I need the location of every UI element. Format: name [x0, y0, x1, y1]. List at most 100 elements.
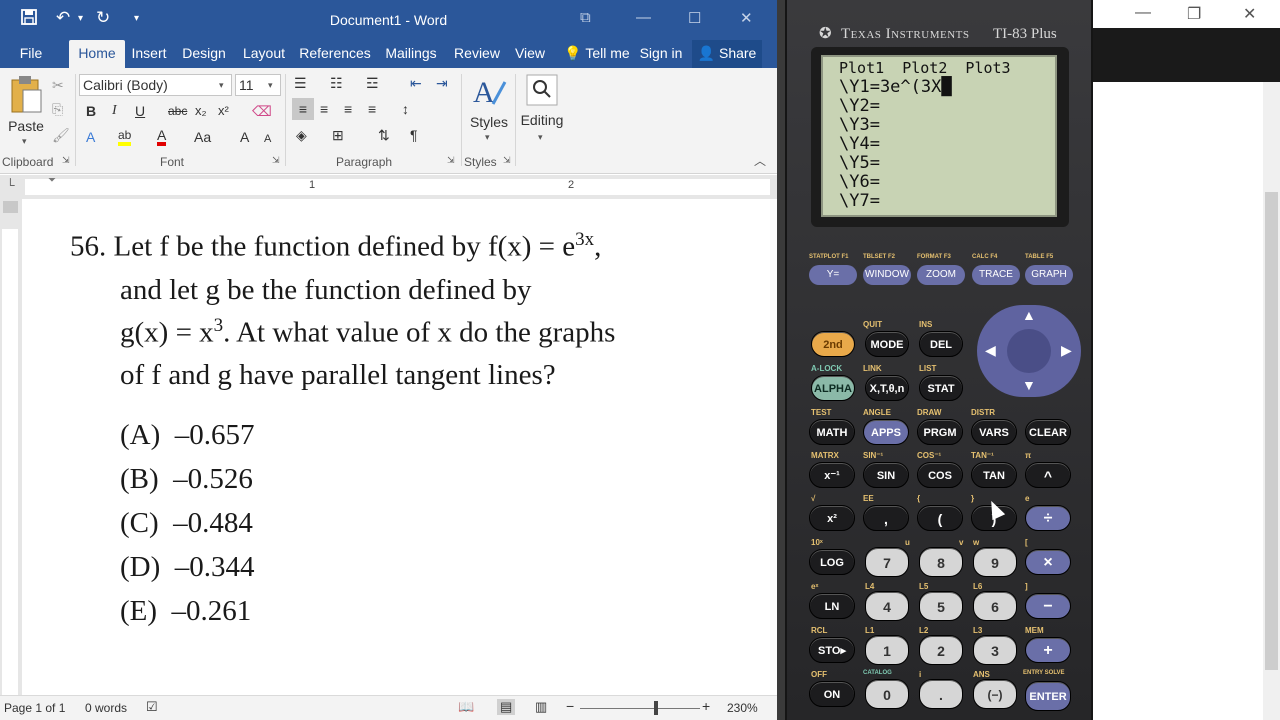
key-left-paren[interactable]: ( [917, 505, 963, 531]
key-vars[interactable]: VARS [971, 419, 1017, 445]
key-square[interactable]: x² [809, 505, 855, 531]
key-apps[interactable]: APPS [863, 419, 909, 445]
key-ln[interactable]: LN [809, 593, 855, 619]
increase-indent-icon[interactable]: ⇥ [436, 72, 448, 94]
key-9[interactable]: 9 [973, 547, 1017, 577]
scrollbar-thumb[interactable] [1265, 192, 1278, 670]
cut-icon[interactable]: ✂ [52, 74, 64, 96]
align-left-icon[interactable]: ≡ [292, 98, 314, 120]
borders-icon[interactable]: ⊞ [332, 124, 344, 146]
restore-icon[interactable]: ❐ [1187, 4, 1201, 24]
key-log[interactable]: LOG [809, 549, 855, 575]
paragraph-launcher-icon[interactable]: ⇲ [447, 155, 455, 166]
page-count[interactable]: Page 1 of 1 [4, 701, 65, 715]
subscript-button[interactable]: x₂ [195, 100, 207, 122]
right-arrow-icon[interactable]: ▶ [1061, 342, 1072, 359]
key-trace[interactable]: TRACE [972, 265, 1020, 285]
tab-home[interactable]: Home [69, 40, 125, 68]
shrink-font-icon[interactable]: A [264, 128, 271, 150]
key-negative[interactable]: (−) [973, 679, 1017, 709]
key-1[interactable]: 1 [865, 635, 909, 665]
underline-button[interactable]: U [135, 100, 145, 122]
font-launcher-icon[interactable]: ⇲ [272, 155, 280, 166]
key-stat[interactable]: STAT [919, 375, 963, 401]
justify-icon[interactable]: ≡ [368, 98, 376, 120]
key-decimal[interactable]: . [919, 679, 963, 709]
key-sin[interactable]: SIN [863, 462, 909, 488]
word-count[interactable]: 0 words [85, 701, 127, 715]
key-del[interactable]: DEL [919, 331, 963, 357]
close-icon[interactable]: ✕ [1243, 4, 1256, 24]
tab-selector-icon[interactable]: └ [6, 178, 15, 192]
key-6[interactable]: 6 [973, 591, 1017, 621]
key-comma[interactable]: , [863, 505, 909, 531]
font-color-button[interactable]: A [157, 124, 167, 146]
key-5[interactable]: 5 [919, 591, 963, 621]
key-y-equals[interactable]: Y= [809, 265, 857, 285]
grow-font-button[interactable]: A [240, 126, 249, 148]
line-spacing-icon[interactable]: ↕ [402, 98, 409, 120]
shading-icon[interactable]: ◈ [296, 124, 307, 146]
tab-references[interactable]: References [297, 40, 373, 68]
zoom-level[interactable]: 230% [727, 701, 758, 715]
key-tan[interactable]: TAN [971, 462, 1017, 488]
key-3[interactable]: 3 [973, 635, 1017, 665]
format-painter-icon[interactable]: 🖌 [52, 124, 70, 146]
indent-marker-icon[interactable]: ⏷ [48, 175, 56, 186]
minimize-icon[interactable]: — [636, 9, 651, 26]
maximize-icon[interactable]: ☐ [688, 9, 701, 27]
change-case-button[interactable]: Aa [194, 126, 211, 148]
key-mode[interactable]: MODE [865, 331, 909, 357]
key-subtract[interactable]: − [1025, 593, 1071, 619]
key-7[interactable]: 7 [865, 547, 909, 577]
sign-in-link[interactable]: Sign in [636, 40, 686, 68]
decrease-indent-icon[interactable]: ⇤ [410, 72, 422, 94]
superscript-button[interactable]: x² [218, 100, 229, 122]
key-math[interactable]: MATH [809, 419, 855, 445]
key-2nd[interactable]: 2nd [811, 331, 855, 357]
key-store[interactable]: STO▸ [809, 637, 855, 663]
text-effects-button[interactable]: A [86, 126, 95, 148]
key-0[interactable]: 0 [865, 679, 909, 709]
clipboard-launcher-icon[interactable]: ⇲ [62, 155, 70, 166]
key-on[interactable]: ON [809, 681, 855, 707]
key-prgm[interactable]: PRGM [917, 419, 963, 445]
tell-me-search[interactable]: 💡 Tell me [562, 40, 632, 68]
key-cos[interactable]: COS [917, 462, 963, 488]
key-add[interactable]: + [1025, 637, 1071, 663]
tab-view[interactable]: View [510, 40, 550, 68]
zoom-slider[interactable] [580, 708, 700, 709]
numbering-icon[interactable]: ☷ [330, 72, 343, 94]
read-mode-icon[interactable]: 📖 [458, 699, 474, 715]
key-4[interactable]: 4 [865, 591, 909, 621]
zoom-in-icon[interactable]: + [702, 698, 710, 714]
key-2[interactable]: 2 [919, 635, 963, 665]
italic-button[interactable]: I [112, 100, 117, 122]
tab-design[interactable]: Design [179, 40, 229, 68]
copy-icon[interactable]: ⎘ [52, 98, 63, 120]
clear-formatting-icon[interactable]: ⌫ [252, 100, 272, 122]
key-window[interactable]: WINDOW [863, 265, 911, 285]
ribbon-display-icon[interactable]: ⧉ [580, 9, 591, 26]
paste-button[interactable]: Paste ▾ [6, 74, 46, 146]
key-8[interactable]: 8 [919, 547, 963, 577]
font-size-box[interactable]: 11 [235, 74, 281, 96]
font-name-dropdown-icon[interactable]: ▾ [219, 74, 224, 96]
web-layout-icon[interactable]: ▥ [535, 699, 547, 715]
down-arrow-icon[interactable]: ▼ [1022, 377, 1036, 393]
proofing-icon[interactable]: ☑ [146, 699, 158, 715]
font-name-box[interactable]: Calibri (Body) [79, 74, 232, 96]
left-arrow-icon[interactable]: ◀ [985, 342, 996, 359]
key-divide[interactable]: ÷ [1025, 505, 1071, 531]
highlight-color-button[interactable]: ab [118, 124, 132, 146]
editing-button[interactable]: Editing ▾ [518, 74, 566, 150]
show-formatting-icon[interactable]: ¶ [410, 124, 418, 146]
close-icon[interactable]: ✕ [740, 9, 753, 27]
minimize-icon[interactable]: — [1135, 4, 1151, 22]
styles-launcher-icon[interactable]: ⇲ [503, 155, 511, 166]
key-power[interactable]: ^ [1025, 462, 1071, 488]
print-layout-icon[interactable]: ▤ [497, 699, 516, 715]
share-button[interactable]: 👤 Share [692, 40, 762, 68]
key-multiply[interactable]: × [1025, 549, 1071, 575]
zoom-out-icon[interactable]: − [566, 698, 574, 714]
